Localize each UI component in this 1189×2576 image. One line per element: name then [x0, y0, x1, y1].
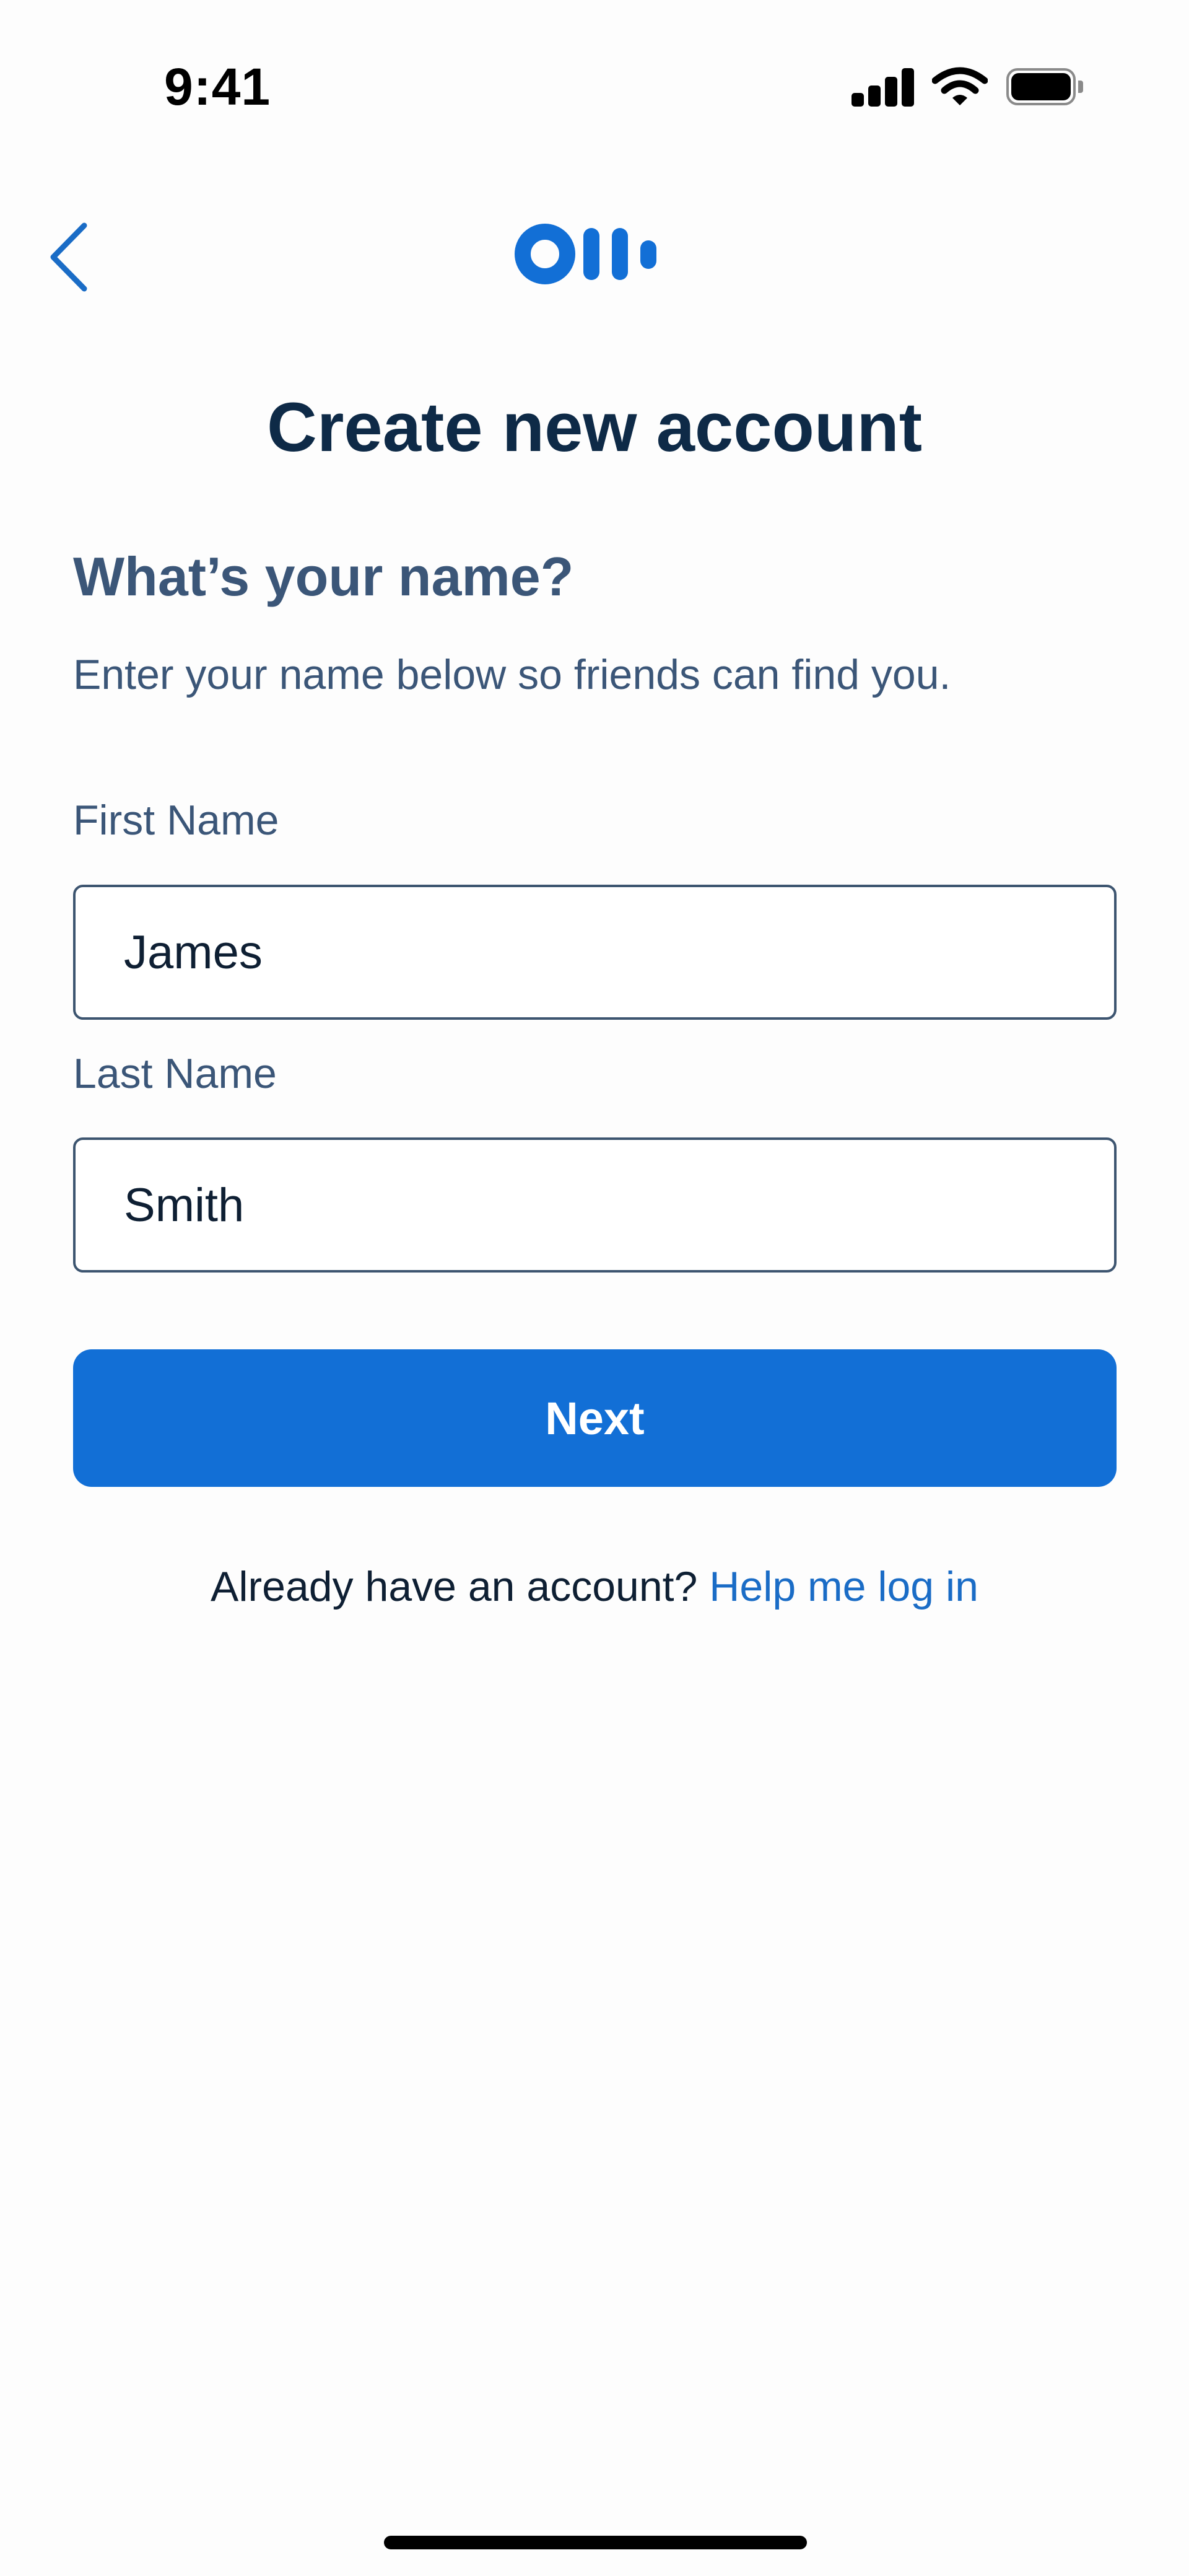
login-prompt-text: Already have an account?: [211, 1563, 698, 1610]
last-name-label: Last Name: [73, 1050, 277, 1097]
page-title: Create new account: [266, 388, 923, 466]
first-name-value: James: [124, 926, 263, 979]
back-button[interactable]: [43, 217, 99, 297]
status-time: 9:41: [164, 58, 271, 116]
otter-logo: [514, 223, 675, 285]
next-button-label: Next: [545, 1392, 645, 1444]
section-heading: What’s your name?: [73, 546, 574, 607]
status-icons: [851, 67, 1087, 107]
last-name-value: Smith: [124, 1178, 245, 1232]
first-name-label: First Name: [73, 797, 279, 844]
section-subheading: Enter your name below so friends can fin…: [73, 651, 951, 698]
login-prompt-line: Already have an account? Help me log in: [0, 1562, 1189, 1611]
chevron-left-icon: [50, 222, 87, 292]
last-name-field[interactable]: Smith: [73, 1137, 1117, 1273]
cellular-signal-icon: [851, 67, 914, 107]
battery-icon: [1006, 68, 1083, 105]
first-name-field[interactable]: James: [73, 885, 1117, 1020]
wifi-icon: [932, 67, 988, 105]
home-indicator[interactable]: [384, 2536, 807, 2549]
next-button[interactable]: Next: [73, 1349, 1117, 1487]
help-me-log-in-link[interactable]: Help me log in: [709, 1563, 978, 1610]
